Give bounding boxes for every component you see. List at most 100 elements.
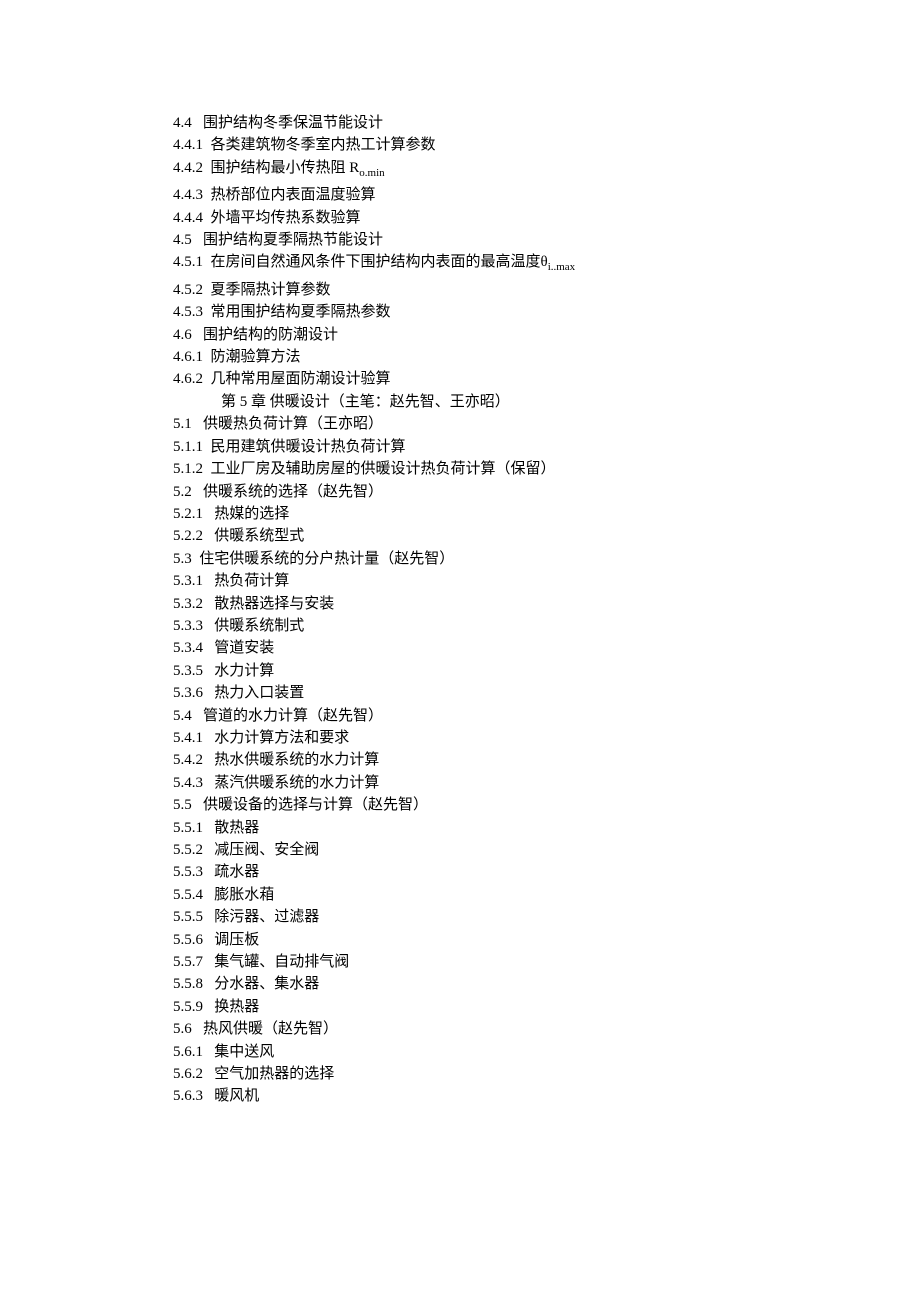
toc-gap xyxy=(203,909,214,925)
toc-number: 5.5.7 xyxy=(173,954,203,970)
toc-title: 常用围护结构夏季隔热参数 xyxy=(211,304,391,320)
toc-title: 散热器 xyxy=(214,820,259,836)
toc-number: 4.6.1 xyxy=(173,349,203,365)
toc-number: 5.4.1 xyxy=(173,730,203,746)
toc-entry: 5.3.5 水力计算 xyxy=(173,660,920,682)
toc-gap xyxy=(203,864,214,880)
toc-gap xyxy=(203,573,214,589)
toc-title: 民用建筑供暖设计热负荷计算 xyxy=(211,439,406,455)
toc-title: 减压阀、安全阀 xyxy=(214,842,319,858)
toc-title: 散热器选择与安装 xyxy=(214,596,334,612)
toc-gap xyxy=(203,1044,214,1060)
toc-number: 5.4 xyxy=(173,708,192,724)
toc-entry: 5.5.9 换热器 xyxy=(173,996,920,1018)
toc-number: 5.6.3 xyxy=(173,1088,203,1104)
toc-gap xyxy=(203,371,211,387)
toc-title: 空气加热器的选择 xyxy=(214,1066,334,1082)
toc-gap xyxy=(203,160,211,176)
toc-number: 4.5 xyxy=(173,232,192,248)
toc-gap xyxy=(203,210,211,226)
toc-gap xyxy=(203,304,211,320)
toc-gap xyxy=(203,596,214,612)
toc-title: 集中送风 xyxy=(214,1044,274,1060)
toc-number: 5.2.1 xyxy=(173,506,203,522)
toc-title: 调压板 xyxy=(214,932,259,948)
toc-gap xyxy=(203,640,214,656)
toc-gap xyxy=(203,663,214,679)
toc-entry: 5.6.2 空气加热器的选择 xyxy=(173,1063,920,1085)
toc-entry: 4.4.4 外墙平均传热系数验算 xyxy=(173,207,920,229)
toc-title: 管道的水力计算（赵先智） xyxy=(203,708,383,724)
toc-entry: 5.1.1 民用建筑供暖设计热负荷计算 xyxy=(173,436,920,458)
toc-number: 5.6.1 xyxy=(173,1044,203,1060)
toc-gap xyxy=(203,685,214,701)
toc-gap xyxy=(203,282,211,298)
toc-title: 供暖系统型式 xyxy=(214,528,304,544)
toc-title: 热风供暖（赵先智） xyxy=(203,1021,338,1037)
toc-number: 5.5.3 xyxy=(173,864,203,880)
toc-title: 围护结构夏季隔热节能设计 xyxy=(203,232,383,248)
toc-number: 5.5.2 xyxy=(173,842,203,858)
toc-gap xyxy=(203,730,214,746)
toc-number: 5.4.3 xyxy=(173,775,203,791)
toc-entry: 5.3.3 供暖系统制式 xyxy=(173,615,920,637)
toc-entry: 5.6.1 集中送风 xyxy=(173,1041,920,1063)
toc-gap xyxy=(192,484,203,500)
toc-gap xyxy=(203,1088,214,1104)
toc-gap xyxy=(203,932,214,948)
toc-title: 膨胀水葙 xyxy=(214,887,274,903)
toc-number: 4.6.2 xyxy=(173,371,203,387)
toc-entry: 5.6 热风供暖（赵先智） xyxy=(173,1018,920,1040)
toc-entry: 4.6.1 防潮验算方法 xyxy=(173,346,920,368)
toc-entry: 5.3.1 热负荷计算 xyxy=(173,570,920,592)
toc-entry: 5.6.3 暖风机 xyxy=(173,1085,920,1107)
toc-number: 5.1.2 xyxy=(173,461,203,477)
toc-gap xyxy=(203,254,211,270)
toc-number: 4.5.2 xyxy=(173,282,203,298)
toc-title: 外墙平均传热系数验算 xyxy=(211,210,361,226)
toc-entry: 4.4 围护结构冬季保温节能设计 xyxy=(173,112,920,134)
toc-title: 除污器、过滤器 xyxy=(214,909,319,925)
toc-entry: 5.5 供暖设备的选择与计算（赵先智） xyxy=(173,794,920,816)
toc-entry: 5.4.1 水力计算方法和要求 xyxy=(173,727,920,749)
toc-title: 各类建筑物冬季室内热工计算参数 xyxy=(211,137,436,153)
toc-number: 5.5.1 xyxy=(173,820,203,836)
toc-entry: 4.5.3 常用围护结构夏季隔热参数 xyxy=(173,301,920,323)
toc-section-4: 4.4 围护结构冬季保温节能设计4.4.1 各类建筑物冬季室内热工计算参数 4.4… xyxy=(173,112,920,391)
toc-title: 住宅供暖系统的分户热计量（赵先智） xyxy=(199,551,454,567)
toc-entry: 4.5 围护结构夏季隔热节能设计 xyxy=(173,229,920,251)
toc-entry: 5.3.2 散热器选择与安装 xyxy=(173,593,920,615)
toc-number: 5.3.4 xyxy=(173,640,203,656)
toc-title: 围护结构冬季保温节能设计 xyxy=(203,115,383,131)
toc-title: 热力入口装置 xyxy=(214,685,304,701)
toc-number: 4.4.3 xyxy=(173,187,203,203)
toc-number: 4.4.4 xyxy=(173,210,203,226)
toc-entry: 5.5.4 膨胀水葙 xyxy=(173,884,920,906)
chapter-5-heading: 第 5 章 供暖设计（主笔：赵先智、王亦昭） xyxy=(173,391,920,413)
toc-number: 5.1.1 xyxy=(173,439,203,455)
toc-subscript: i..max xyxy=(548,261,576,273)
toc-number: 5.5.4 xyxy=(173,887,203,903)
toc-entry: 5.3 住宅供暖系统的分户热计量（赵先智） xyxy=(173,548,920,570)
toc-gap xyxy=(203,1066,214,1082)
toc-gap xyxy=(203,137,211,153)
toc-number: 4.6 xyxy=(173,327,192,343)
toc-gap xyxy=(192,708,203,724)
toc-number: 4.4.2 xyxy=(173,160,203,176)
toc-title: 在房间自然通风条件下围护结构内表面的最高温度θ xyxy=(211,254,548,270)
toc-gap xyxy=(203,461,211,477)
toc-title: 工业厂房及辅助房屋的供暖设计热负荷计算（保留） xyxy=(211,461,556,477)
toc-gap xyxy=(203,820,214,836)
toc-entry: 4.4.1 各类建筑物冬季室内热工计算参数 xyxy=(173,134,920,156)
toc-gap xyxy=(203,954,214,970)
toc-section-5: 5.1 供暖热负荷计算（王亦昭）5.1.1 民用建筑供暖设计热负荷计算5.1.2… xyxy=(173,413,920,1108)
toc-gap xyxy=(192,416,203,432)
toc-entry: 5.2 供暖系统的选择（赵先智） xyxy=(173,481,920,503)
toc-gap xyxy=(192,232,203,248)
toc-gap xyxy=(203,752,214,768)
toc-title: 分水器、集水器 xyxy=(214,976,319,992)
toc-number: 5.5 xyxy=(173,797,192,813)
toc-gap xyxy=(203,976,214,992)
toc-gap xyxy=(203,775,214,791)
toc-entry: 5.2.1 热媒的选择 xyxy=(173,503,920,525)
